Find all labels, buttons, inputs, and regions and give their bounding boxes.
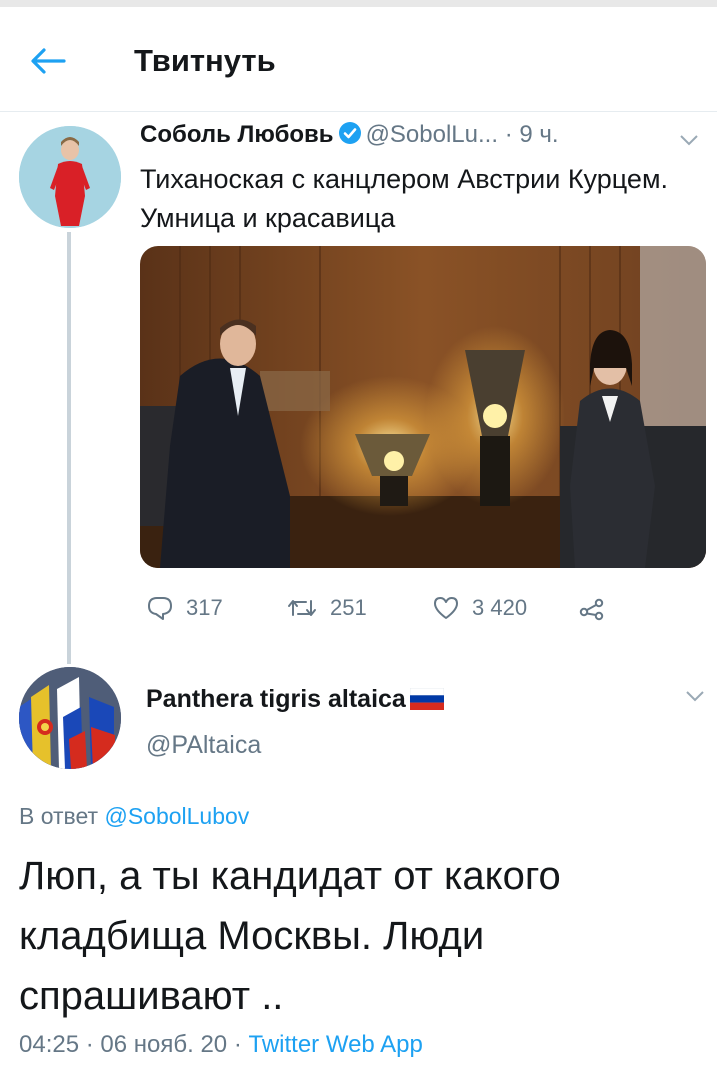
share-icon [579,598,604,621]
reply-date: 06 нояб. 20 [100,1031,228,1058]
russian-flag-icon [409,687,445,717]
like-button[interactable]: 3 420 [432,588,527,628]
avatar[interactable] [19,126,121,228]
arrow-left-icon [31,48,66,74]
chevron-down-icon[interactable] [684,688,706,704]
reply-mention-link[interactable]: @SobolLubov [104,803,249,829]
separator-dot: · [233,1031,242,1058]
reply-time: 04:25 [19,1031,80,1058]
separator-dot: · [85,1031,94,1058]
reply-author-name[interactable]: Panthera tigris altaica [146,685,445,717]
heart-icon [434,597,458,619]
share-button[interactable] [578,588,606,628]
reply-author-label: Panthera tigris altaica [146,685,406,713]
author-handle[interactable]: @SobolLu... [366,121,498,148]
reply-icon [148,597,172,620]
retweet-icon [288,600,316,616]
tweet-actions: 317 251 3 420 [140,588,706,628]
reply-text: Люп, а ты кандидат от какого кладбища Мо… [19,854,561,1018]
back-button[interactable] [26,41,70,81]
reply-context: В ответ @SobolLubov [19,803,249,830]
verified-badge-icon [338,121,362,152]
avatar[interactable] [19,667,121,769]
retweet-count: 251 [330,595,367,620]
page-title: Твитнуть [134,43,276,78]
separator-dot: · [504,121,513,148]
tweet-photo[interactable] [140,246,706,568]
author-name[interactable]: Соболь Любовь [140,121,334,148]
source-app-link[interactable]: Twitter Web App [249,1031,423,1058]
reply-button[interactable]: 317 [146,588,223,628]
thread-line [67,232,71,664]
top-bar: Твитнуть [0,7,717,112]
reply-meta: 04:25 · 06 нояб. 20 · Twitter Web App [19,1031,423,1059]
reply-author-handle[interactable]: @PAltaica [146,731,261,760]
tweet-text: Тиханоская с канцлером Австрии Курцем. У… [140,164,669,233]
chevron-down-icon[interactable] [678,132,700,148]
like-count: 3 420 [472,595,528,620]
status-bar-strip [0,0,717,7]
tweet-header: Соболь Любовь @SobolLu... · 9 ч. [140,121,559,155]
reply-count: 317 [186,595,223,620]
tweet-time[interactable]: 9 ч. [519,121,558,148]
reply-prefix: В ответ [19,803,99,829]
retweet-button[interactable]: 251 [286,588,367,628]
